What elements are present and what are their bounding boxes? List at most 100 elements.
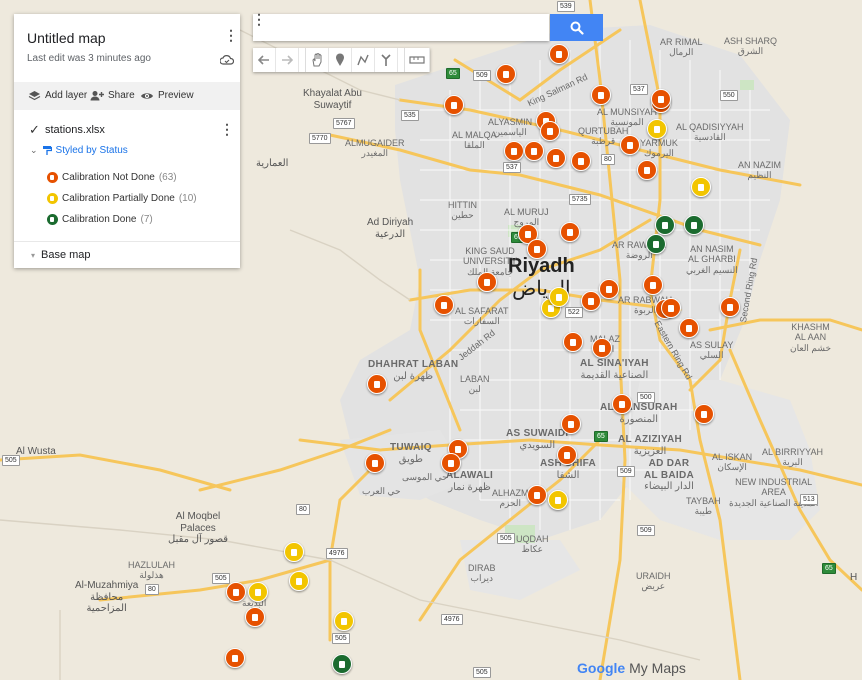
station-marker-icon[interactable] — [548, 490, 568, 510]
station-marker-icon[interactable] — [643, 275, 663, 295]
styled-by-link[interactable]: ⌄ Styled by Status — [30, 145, 128, 156]
styled-by-label: Styled by Status — [55, 145, 128, 156]
redo-button[interactable] — [276, 48, 299, 72]
station-marker-icon[interactable] — [599, 279, 619, 299]
station-marker-icon[interactable] — [527, 239, 547, 259]
place-khayalat: Khayalat Abu Suwaytif — [303, 88, 362, 111]
station-marker-icon[interactable] — [444, 95, 464, 115]
route-shield: 80 — [601, 154, 615, 165]
station-marker-icon[interactable] — [540, 121, 560, 141]
marker-icon — [336, 53, 344, 66]
preview-label: Preview — [158, 90, 194, 101]
station-marker-icon[interactable] — [655, 215, 675, 235]
undo-icon — [258, 55, 269, 65]
station-marker-icon[interactable] — [581, 291, 601, 311]
station-marker-icon[interactable] — [332, 654, 352, 674]
draw-line-button[interactable] — [352, 48, 375, 72]
station-marker-icon[interactable] — [592, 338, 612, 358]
station-marker-icon[interactable] — [496, 64, 516, 84]
station-marker-icon[interactable] — [560, 222, 580, 242]
station-marker-icon[interactable] — [651, 89, 671, 109]
station-marker-icon[interactable] — [661, 298, 681, 318]
google-logo: Google — [577, 660, 626, 676]
place-an-nasim: AN NASIM AL GHARBI النسيم الغربي — [686, 244, 738, 275]
place-an-nazim: AN NAZIM النظيم — [738, 160, 782, 181]
station-marker-icon[interactable] — [524, 141, 544, 161]
select-button[interactable] — [305, 48, 329, 72]
search-button[interactable] — [550, 14, 603, 41]
station-marker-icon[interactable] — [441, 453, 461, 473]
station-marker-icon[interactable] — [684, 215, 704, 235]
legend-item-partially-done[interactable]: Calibration Partially Done (10) — [47, 193, 197, 204]
station-marker-icon[interactable] — [571, 151, 591, 171]
station-marker-icon[interactable] — [245, 607, 265, 627]
search-input[interactable] — [253, 14, 549, 41]
share-label: Share — [108, 90, 135, 101]
layer-visibility-checkbox[interactable]: ✓ — [29, 122, 40, 138]
station-marker-icon[interactable] — [591, 85, 611, 105]
station-marker-icon[interactable] — [225, 648, 245, 668]
station-marker-icon[interactable] — [647, 119, 667, 139]
measure-button[interactable] — [404, 48, 430, 72]
station-marker-icon[interactable] — [694, 404, 714, 424]
layer-options-icon[interactable]: ⋮ — [220, 122, 234, 136]
station-marker-icon[interactable] — [334, 611, 354, 631]
layer-name[interactable]: stations.xlsx — [45, 124, 105, 136]
outer-more-icon[interactable]: ⋮ — [252, 12, 266, 26]
legend-item-done[interactable]: Calibration Done (7) — [47, 214, 153, 225]
legend-label: Calibration Not Done — [62, 172, 155, 183]
chevron-down-icon[interactable]: ⌄ — [30, 145, 38, 156]
add-marker-button[interactable] — [329, 48, 352, 72]
undo-button[interactable] — [253, 48, 276, 72]
legend-count: (63) — [158, 172, 177, 183]
preview-button[interactable]: Preview — [140, 90, 194, 101]
place-ad-dar-al-baida: AD DAR AL BAIDA الدار البيضاء — [644, 458, 694, 492]
place-uqdah: UQDAH عكاظ — [516, 534, 549, 555]
station-marker-icon[interactable] — [563, 332, 583, 352]
station-marker-icon[interactable] — [620, 135, 640, 155]
chevron-down-icon[interactable]: ▾ — [31, 251, 35, 260]
map-title[interactable]: Untitled map — [27, 30, 106, 46]
station-marker-icon[interactable] — [637, 160, 657, 180]
route-shield: 505 — [473, 667, 491, 678]
map-toolbar — [253, 48, 430, 72]
station-marker-icon[interactable] — [248, 582, 268, 602]
legend-item-not-done[interactable]: Calibration Not Done (63) — [47, 172, 177, 183]
station-marker-icon[interactable] — [527, 485, 547, 505]
station-marker-icon[interactable] — [504, 141, 524, 161]
station-marker-icon[interactable] — [367, 374, 387, 394]
place-alhazm: ALHAZM الحزم — [492, 488, 529, 509]
share-button[interactable]: Share — [90, 90, 135, 101]
place-ar-rimal: AR RIMAL الرمال — [660, 37, 703, 58]
route-shield: 513 — [800, 494, 818, 505]
station-marker-icon[interactable] — [549, 287, 569, 307]
station-marker-icon[interactable] — [289, 571, 309, 591]
station-marker-icon[interactable] — [477, 272, 497, 292]
station-marker-icon[interactable] — [226, 582, 246, 602]
redo-icon — [282, 55, 293, 65]
layers-icon — [28, 91, 41, 101]
station-marker-icon[interactable] — [549, 44, 569, 64]
directions-button[interactable] — [375, 48, 398, 72]
station-marker-icon[interactable] — [365, 453, 385, 473]
station-marker-icon[interactable] — [546, 148, 566, 168]
base-map-item[interactable]: ▾ Base map — [31, 249, 91, 261]
place-al-moqbel-palaces: Al Moqbel Palaces قصور آل مقبل — [168, 511, 229, 545]
station-marker-icon[interactable] — [679, 318, 699, 338]
station-marker-icon[interactable] — [646, 234, 666, 254]
more-options-icon[interactable]: ⋮ — [224, 28, 238, 42]
route-shield: 80 — [145, 584, 159, 595]
station-marker-icon[interactable] — [284, 542, 304, 562]
station-marker-icon[interactable] — [691, 177, 711, 197]
route-shield: 5735 — [569, 194, 591, 205]
ruler-icon — [409, 56, 425, 64]
station-marker-icon[interactable] — [557, 445, 577, 465]
station-marker-icon[interactable] — [612, 394, 632, 414]
station-marker-icon[interactable] — [561, 414, 581, 434]
place-dirab: DIRAB ديراب — [468, 563, 496, 584]
station-marker-icon[interactable] — [720, 297, 740, 317]
route-shield: 505 — [2, 455, 20, 466]
place-laban: LABAN لبن — [460, 374, 490, 395]
station-marker-icon[interactable] — [434, 295, 454, 315]
add-layer-button[interactable]: Add layer — [28, 90, 87, 101]
